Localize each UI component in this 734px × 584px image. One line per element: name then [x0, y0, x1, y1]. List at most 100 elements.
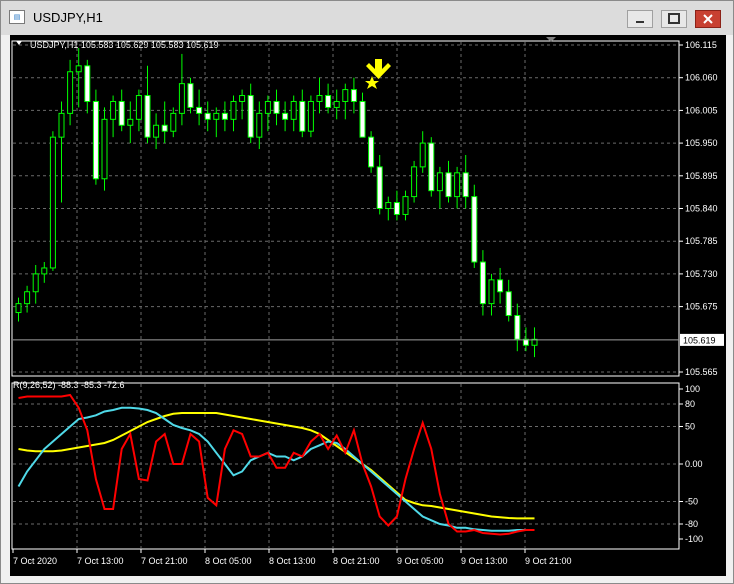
header-dropdown-icon: [16, 41, 22, 45]
down-arrow-icon: [366, 59, 391, 79]
candle-body: [213, 112, 220, 120]
close-button[interactable]: [695, 10, 721, 28]
candle-body: [221, 112, 228, 120]
price-axis-label: 106.060: [685, 73, 718, 83]
candle-body: [376, 166, 383, 210]
indicator-axis-label: 100: [685, 384, 700, 394]
candle-body: [411, 166, 418, 198]
chart-window-icon: ▤: [9, 10, 25, 24]
indicator-axis-label: -50: [685, 497, 698, 507]
indicator-header: R(9,26,52) -88.3 -85.3 -72.6: [13, 380, 125, 390]
candle-body: [58, 112, 65, 138]
candle-body: [359, 100, 366, 138]
candle-body: [402, 196, 409, 215]
candle-body: [170, 112, 177, 132]
time-axis-label: 8 Oct 13:00: [269, 556, 316, 566]
time-axis-label: 8 Oct 21:00: [333, 556, 380, 566]
candle-body: [514, 315, 521, 340]
candle-body: [333, 100, 340, 108]
minimize-icon: [636, 21, 644, 23]
candle-body: [462, 172, 469, 198]
candle-body: [230, 100, 237, 120]
candle-body: [273, 100, 280, 114]
candle-body: [161, 124, 168, 132]
candle-body: [75, 65, 82, 73]
candle-body: [290, 100, 297, 120]
candle-body: [479, 261, 486, 305]
candle-body: [49, 136, 56, 269]
indicator-axis-label: 0.00: [685, 459, 703, 469]
candle-body: [350, 89, 357, 102]
candle-body: [488, 279, 495, 305]
slow-line: [18, 412, 535, 520]
candle-body: [385, 202, 392, 210]
candle-body: [110, 100, 117, 120]
candle-body: [454, 172, 461, 198]
price-axis-label: 105.950: [685, 138, 718, 148]
candle-body: [307, 100, 314, 132]
title-bar[interactable]: ▤ USDJPY,H1: [1, 1, 733, 35]
candle-body: [264, 100, 271, 114]
candle-body: [32, 273, 39, 293]
candle-body: [118, 100, 125, 126]
close-icon: [703, 14, 713, 24]
candle-body: [256, 112, 263, 138]
candle-body: [471, 196, 478, 263]
candle-body: [436, 172, 443, 192]
price-axis-label: 106.115: [685, 40, 717, 50]
maximize-icon: [668, 13, 680, 24]
candle-body: [41, 267, 48, 275]
candle-body: [445, 172, 452, 198]
candle-body: [505, 291, 512, 317]
candle-body: [393, 202, 400, 215]
bid-price-label: 105.619: [683, 335, 716, 345]
candle-body: [24, 291, 31, 305]
candle-body: [239, 95, 246, 102]
candle-body: [15, 303, 22, 314]
chart-area[interactable]: USDJPY,H1 105.583 105.629 105.583 105.61…: [10, 35, 726, 576]
time-axis-label: 9 Oct 13:00: [461, 556, 508, 566]
window-title: USDJPY,H1: [33, 10, 103, 25]
price-axis-label: 106.005: [685, 105, 718, 115]
price-axis-label: 105.840: [685, 204, 718, 214]
time-axis-label: 7 Oct 13:00: [77, 556, 124, 566]
candle-body: [204, 112, 211, 120]
price-axis-label: 105.565: [685, 367, 718, 377]
candle-body: [127, 118, 134, 126]
indicator-axis-label: 50: [685, 422, 695, 432]
candle-body: [178, 83, 185, 114]
minimize-button[interactable]: [627, 10, 653, 28]
time-axis-label: 7 Oct 21:00: [141, 556, 188, 566]
candle-body: [497, 279, 504, 293]
candle-body: [135, 95, 142, 120]
price-axis-label: 105.675: [685, 302, 718, 312]
candle-body: [67, 71, 74, 114]
indicator-axis-label: 80: [685, 399, 695, 409]
candle-body: [419, 142, 426, 168]
candle-body: [196, 106, 203, 114]
candle-body: [316, 95, 323, 102]
candle-body: [84, 65, 91, 102]
candle-body: [153, 124, 160, 138]
candle-body: [282, 112, 289, 120]
price-chart[interactable]: USDJPY,H1 105.583 105.629 105.583 105.61…: [10, 35, 726, 576]
candle-body: [187, 83, 194, 108]
price-axis-label: 105.730: [685, 269, 718, 279]
terminal-window: ▤ USDJPY,H1 USDJPY,H1 105.583 105.629 10…: [0, 0, 734, 584]
price-axis-label: 105.785: [685, 236, 718, 246]
indicator-axis-label: -100: [685, 534, 703, 544]
indicator-axis-label: -80: [685, 519, 698, 529]
time-axis-label: 9 Oct 21:00: [525, 556, 572, 566]
candle-body: [92, 100, 99, 180]
candle-body: [368, 136, 375, 168]
time-axis-label: 8 Oct 05:00: [205, 556, 252, 566]
candle-body: [144, 95, 151, 138]
price-axis-label: 105.895: [685, 171, 718, 181]
time-axis-label: 7 Oct 2020: [13, 556, 57, 566]
candle-body: [299, 100, 306, 132]
candle-body: [101, 118, 108, 180]
maximize-button[interactable]: [661, 10, 687, 28]
time-axis-label: 9 Oct 05:00: [397, 556, 444, 566]
candle-body: [325, 95, 332, 108]
candle-body: [247, 95, 254, 138]
